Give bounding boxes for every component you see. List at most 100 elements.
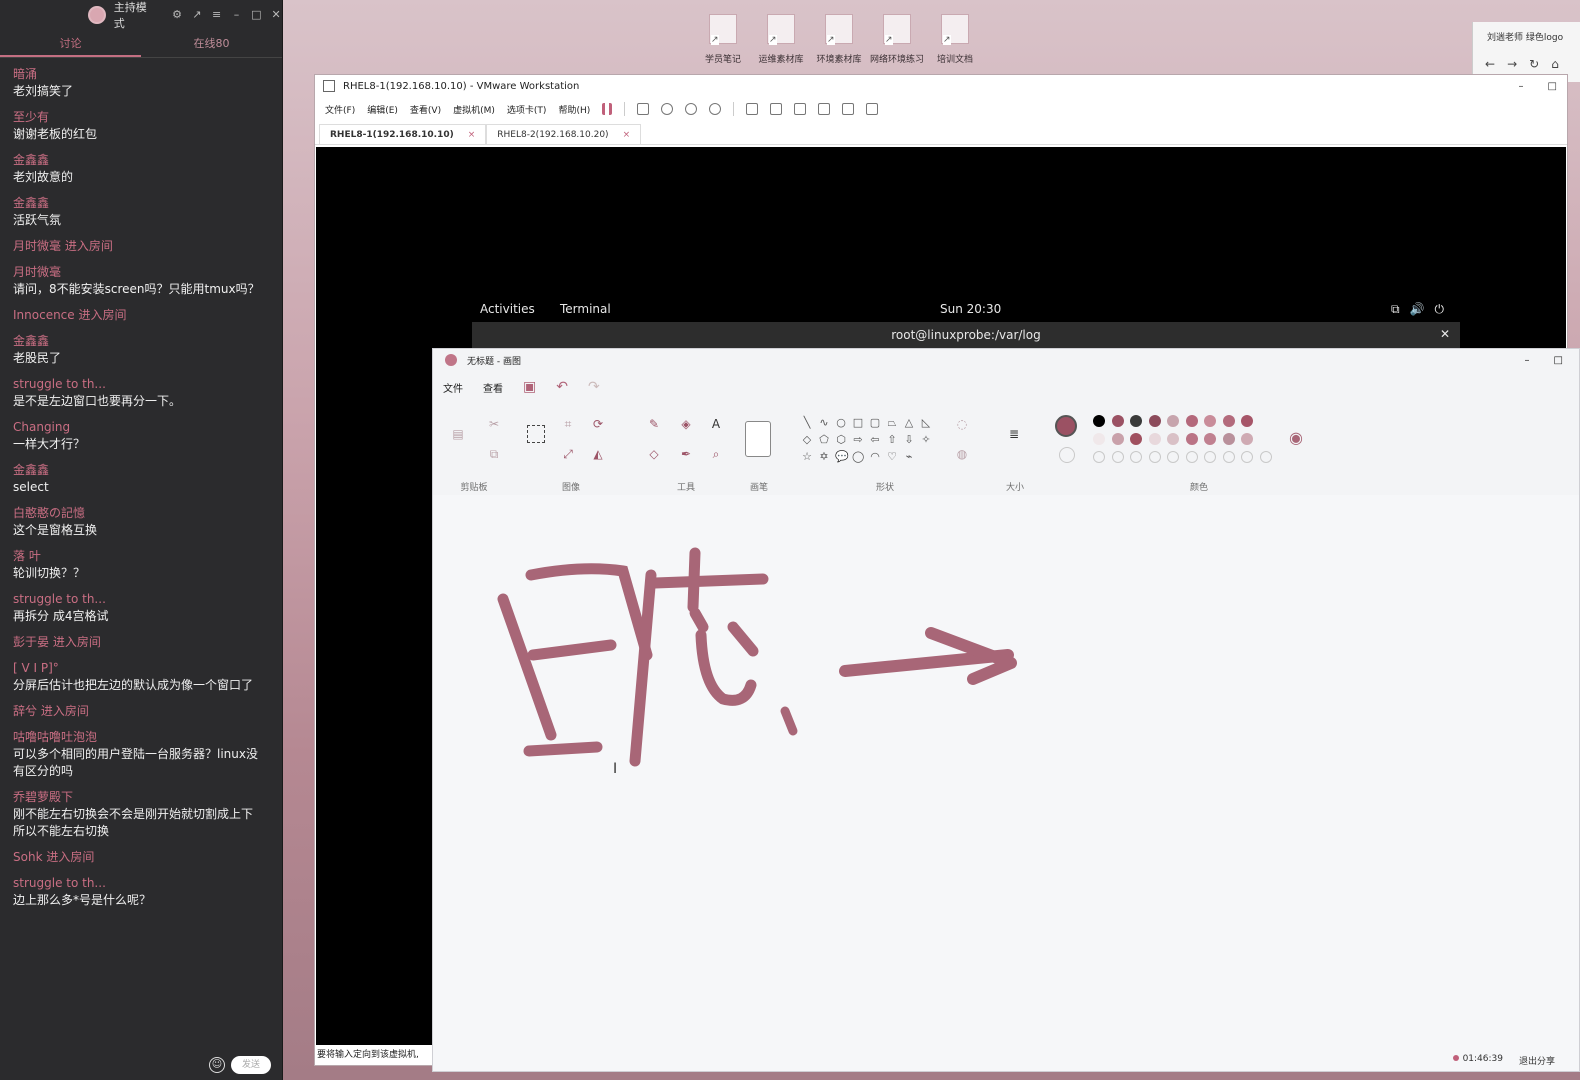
shape-option-icon[interactable]: ⇩ [903, 434, 915, 446]
color-swatch[interactable] [1093, 433, 1105, 445]
chat-username[interactable]: Changing [13, 419, 282, 436]
color-swatch[interactable] [1241, 433, 1253, 445]
chat-username[interactable]: 咕噜咕噜吐泡泡 [13, 729, 282, 746]
shape-option-icon[interactable]: ✡ [818, 451, 830, 463]
color-swatch[interactable] [1241, 451, 1253, 463]
app-menu-terminal[interactable]: Terminal [560, 302, 611, 316]
chat-username[interactable]: 暗涌 [13, 66, 282, 83]
chat-username[interactable]: 金鑫鑫 [13, 333, 282, 350]
menu-icon[interactable]: ≡ [211, 9, 223, 21]
minimize-icon[interactable]: – [231, 9, 243, 21]
minimize-icon[interactable]: – [1525, 355, 1530, 366]
menu-help[interactable]: 帮助(H) [558, 103, 590, 116]
secondary-color[interactable] [1059, 447, 1075, 463]
outline-icon[interactable]: ◌ [955, 417, 969, 431]
library-icon[interactable] [746, 103, 759, 115]
cut-icon[interactable]: ✂ [487, 417, 501, 431]
color-swatch[interactable] [1111, 415, 1124, 427]
color-swatch[interactable] [1222, 415, 1235, 427]
color-swatch[interactable] [1204, 415, 1216, 427]
select-icon[interactable] [527, 425, 545, 443]
menu-vm[interactable]: 虚拟机(M) [453, 103, 495, 116]
shape-option-icon[interactable]: ◺ [920, 417, 932, 429]
crop-icon[interactable]: ⌗ [561, 417, 575, 431]
desktop-icon-docs[interactable]: 培训文档 [928, 14, 982, 65]
shape-option-icon[interactable]: ☆ [801, 451, 813, 463]
save-icon[interactable]: ▣ [523, 379, 536, 395]
color-swatch[interactable] [1130, 433, 1142, 445]
chat-username[interactable]: 月时微毫 进入房间 [13, 238, 282, 255]
shape-option-icon[interactable]: ◯ [852, 451, 864, 463]
tab-rhel8-1[interactable]: RHEL8-1(192.168.10.10) × [319, 124, 487, 144]
primary-color[interactable] [1055, 415, 1077, 437]
desktop-icon-ops[interactable]: 运维素材库 [754, 14, 808, 65]
edit-colors-icon[interactable]: ◉ [1289, 430, 1303, 446]
desktop-icon-env[interactable]: 环境素材库 [812, 14, 866, 65]
resize-icon[interactable]: ⤢ [561, 447, 575, 461]
flip-icon[interactable]: ◭ [591, 447, 605, 461]
shape-option-icon[interactable]: ♡ [886, 451, 898, 463]
color-swatch[interactable] [1204, 433, 1216, 445]
color-picker-icon[interactable]: ✒ [679, 447, 693, 461]
color-swatch[interactable] [1241, 415, 1253, 427]
chat-username[interactable]: [ V I P]° [13, 660, 282, 677]
forward-icon[interactable]: → [1507, 57, 1517, 71]
shape-option-icon[interactable]: ⇧ [886, 434, 898, 446]
color-swatch[interactable] [1259, 451, 1272, 463]
menu-file[interactable]: 文件(F) [325, 103, 355, 116]
rotate-icon[interactable]: ⟳ [591, 417, 605, 431]
shape-option-icon[interactable]: ⬡ [835, 434, 847, 446]
color-swatch[interactable] [1130, 415, 1142, 427]
shape-option-icon[interactable]: ▢ [869, 417, 881, 429]
shape-option-icon[interactable]: ○ [835, 417, 847, 429]
menu-view[interactable]: 查看 [483, 380, 503, 395]
chat-username[interactable]: 金鑫鑫 [13, 152, 282, 169]
host-avatar[interactable] [88, 6, 106, 24]
fullscreen-icon[interactable] [794, 103, 807, 115]
thumbnail-icon[interactable] [770, 103, 783, 115]
chat-username[interactable]: Sohk 进入房间 [13, 849, 282, 866]
paste-icon[interactable]: ▤ [451, 427, 465, 441]
home-icon[interactable]: ⌂ [1551, 57, 1559, 71]
color-swatch[interactable] [1185, 433, 1198, 445]
settings-icon[interactable]: ⚙ [171, 9, 183, 21]
tab-discussion[interactable]: 讨论 [0, 30, 141, 57]
menu-tabs[interactable]: 选项卡(T) [507, 103, 547, 116]
chat-username[interactable]: 落 叶 [13, 548, 282, 565]
color-swatch[interactable] [1093, 451, 1105, 463]
shape-option-icon[interactable]: ◇ [801, 434, 813, 446]
color-swatch[interactable] [1148, 433, 1161, 445]
shape-option-icon[interactable]: □ [852, 417, 864, 429]
stretch-icon[interactable] [866, 103, 879, 115]
menu-file[interactable]: 文件 [443, 380, 463, 395]
shape-option-icon[interactable]: ⏢ [886, 417, 898, 429]
revert-snapshot-icon[interactable] [685, 103, 698, 115]
pause-icon[interactable] [602, 103, 613, 115]
clock[interactable]: Sun 20:30 [940, 302, 1001, 316]
snapshot-icon[interactable] [661, 103, 674, 115]
shape-option-icon[interactable]: ✧ [920, 434, 932, 446]
shape-option-icon[interactable]: ⇦ [869, 434, 881, 446]
color-swatch[interactable] [1167, 433, 1179, 445]
color-swatch[interactable] [1204, 451, 1216, 463]
shape-option-icon[interactable]: ╲ [801, 417, 813, 429]
pencil-icon[interactable]: ✎ [647, 417, 661, 431]
maximize-icon[interactable]: □ [250, 9, 262, 21]
color-swatch[interactable] [1130, 451, 1142, 463]
tab-rhel8-2[interactable]: RHEL8-2(192.168.10.20) × [486, 124, 642, 144]
chat-username[interactable]: 乔碧萝殿下 [13, 789, 282, 806]
browser-tab[interactable]: 刘遄老师 绿色logo [1473, 22, 1580, 43]
chat-username[interactable]: 至少有 [13, 109, 282, 126]
system-tray[interactable]: ⧉ 🔊 ⏻ [1391, 302, 1444, 317]
chat-username[interactable]: 彭于晏 进入房间 [13, 634, 282, 651]
color-swatch[interactable] [1222, 433, 1235, 445]
close-icon[interactable]: ✕ [1440, 327, 1450, 341]
chat-username[interactable]: 辞兮 进入房间 [13, 703, 282, 720]
chat-username[interactable]: 白憨憨の記憶 [13, 505, 282, 522]
fill-icon[interactable]: ◈ [679, 417, 693, 431]
color-swatch[interactable] [1148, 415, 1161, 427]
desktop-icon-notes[interactable]: 学员笔记 [696, 14, 750, 65]
color-swatch[interactable] [1093, 415, 1105, 427]
maximize-icon[interactable]: □ [1548, 81, 1557, 92]
color-swatch[interactable] [1111, 451, 1124, 463]
